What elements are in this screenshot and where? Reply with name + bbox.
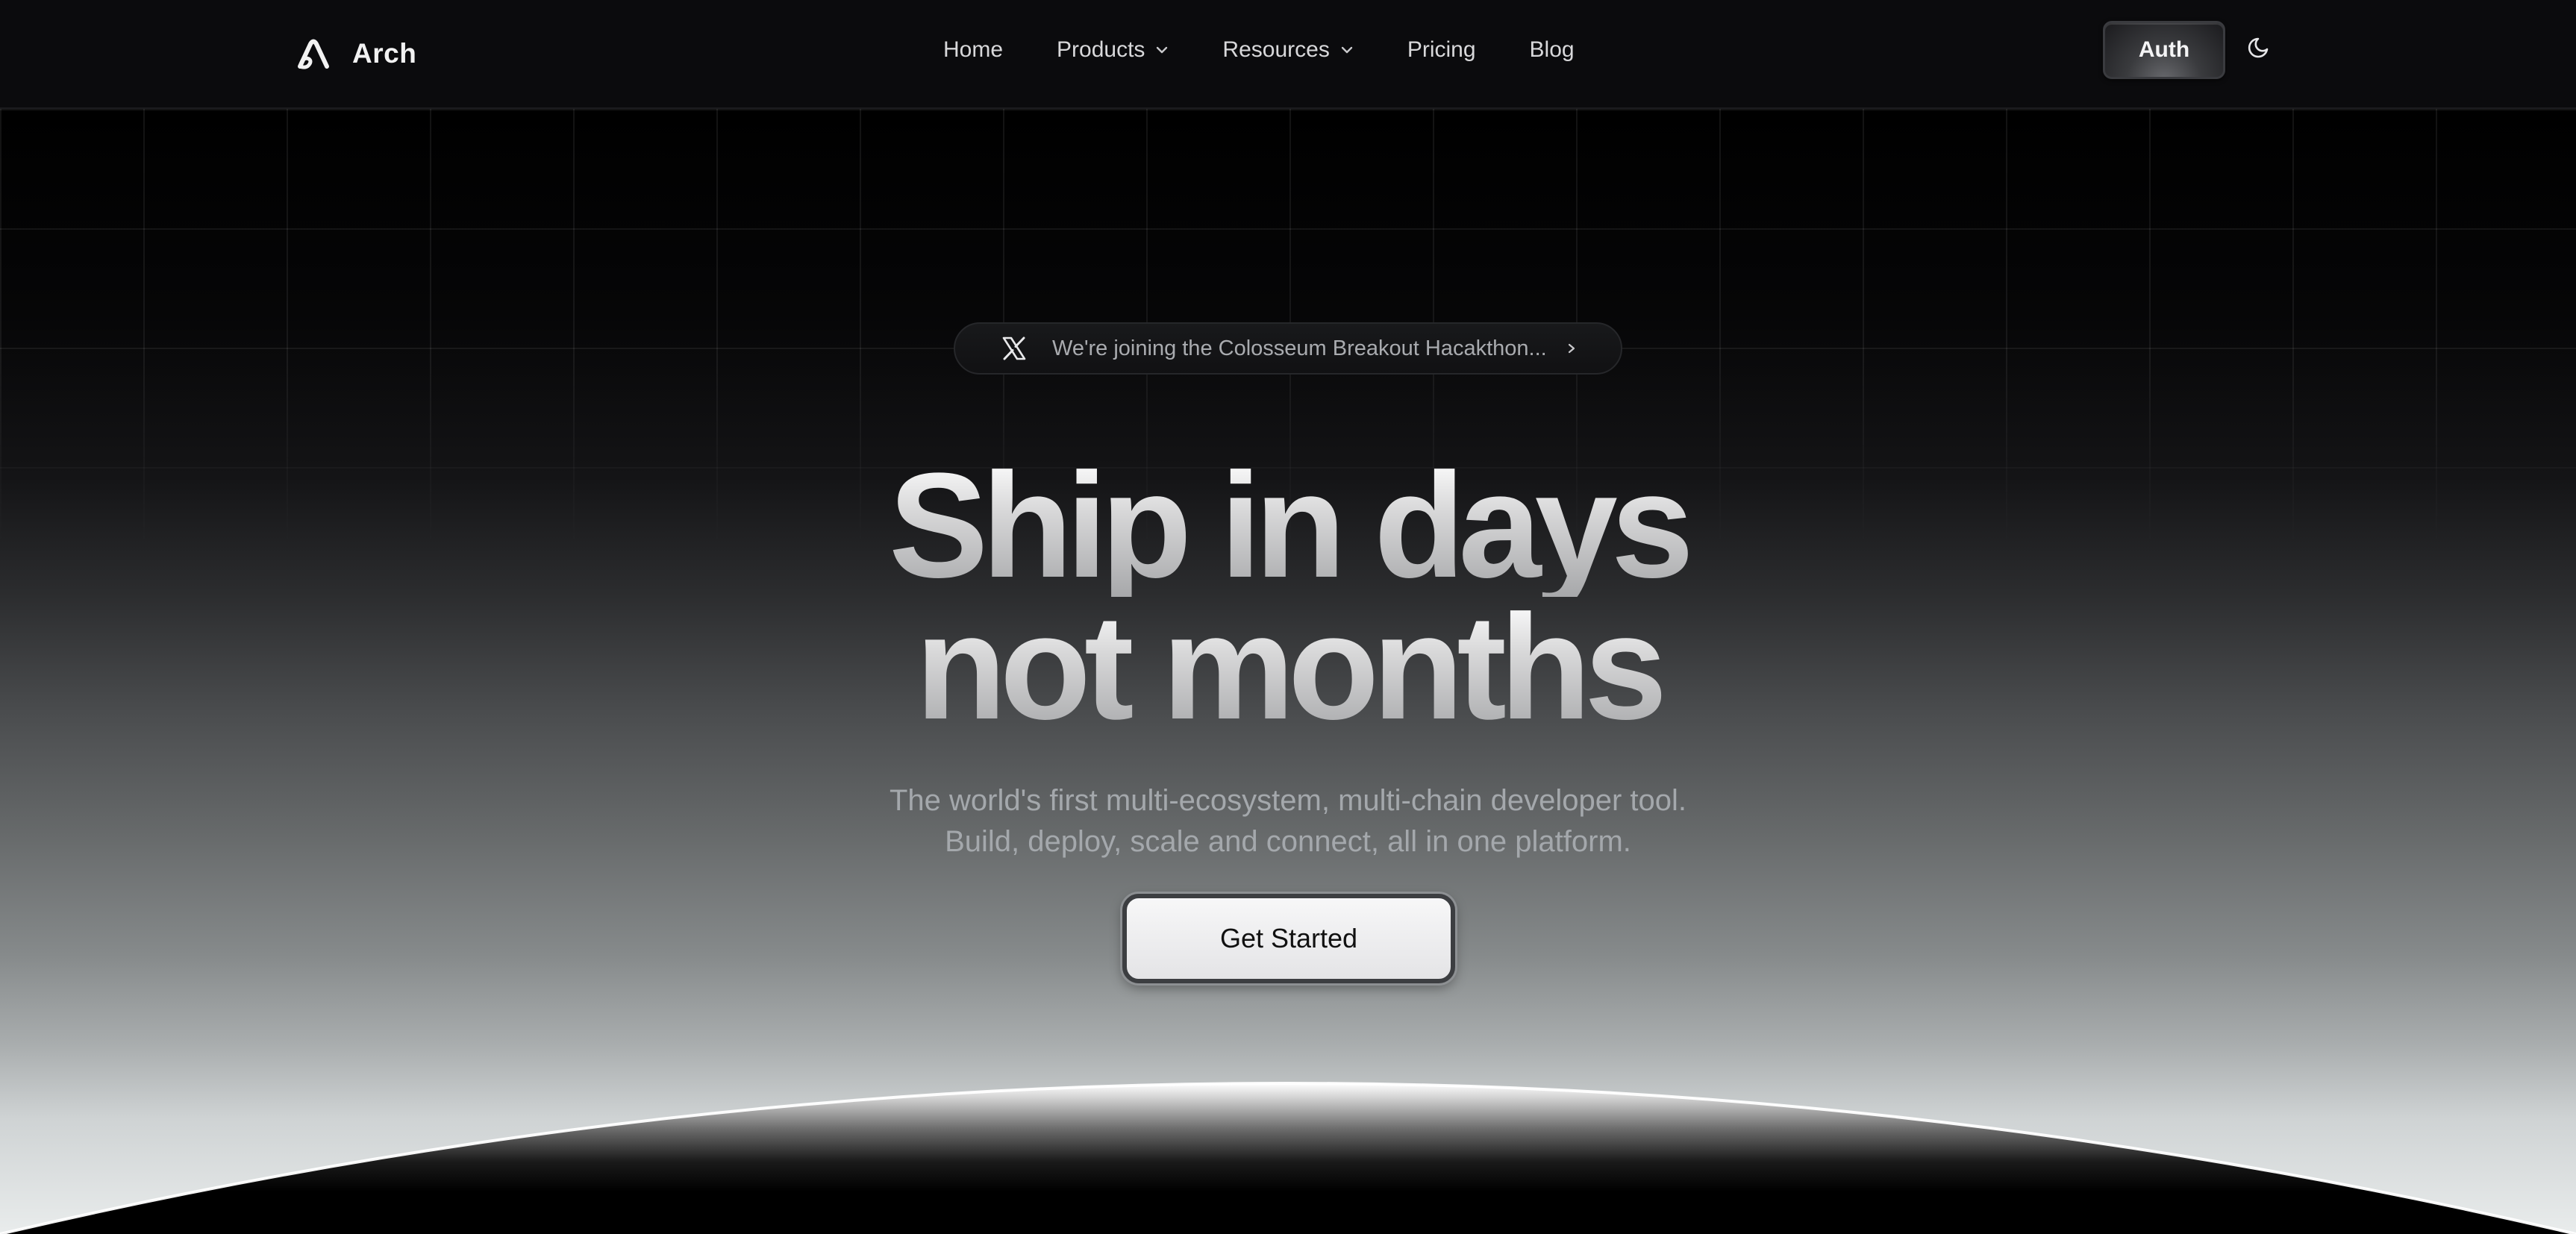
chevron-down-icon: [1341, 46, 1353, 54]
nav-link-products[interactable]: Products: [1057, 37, 1169, 63]
nav-link-home[interactable]: Home: [943, 37, 1003, 63]
top-navbar: Arch Home Products Resources Pricing Blo…: [0, 0, 2576, 109]
announcement-text: We're joining the Colosseum Breakout Hac…: [1052, 336, 1547, 360]
hero-subtitle: The world's first multi-ecosystem, multi…: [0, 780, 2576, 862]
nav-link-label: Products: [1057, 37, 1145, 62]
main-nav: Home Products Resources Pricing Blog: [943, 37, 1575, 63]
nav-link-resources[interactable]: Resources: [1222, 37, 1353, 63]
nav-link-pricing[interactable]: Pricing: [1407, 37, 1476, 63]
get-started-button[interactable]: Get Started: [1122, 894, 1455, 983]
arch-logo-icon: [298, 39, 329, 69]
nav-link-label: Pricing: [1407, 37, 1476, 62]
chevron-right-icon: [1568, 343, 1575, 354]
nav-link-label: Home: [943, 37, 1004, 62]
auth-button[interactable]: Auth: [2103, 21, 2225, 79]
announcement-pill[interactable]: We're joining the Colosseum Breakout Hac…: [954, 322, 1622, 375]
landing-page: Arch Home Products Resources Pricing Blo…: [0, 0, 2576, 1234]
nav-link-blog[interactable]: Blog: [1530, 37, 1575, 63]
moon-icon[interactable]: [2248, 33, 2275, 60]
nav-link-label: Resources: [1222, 37, 1330, 62]
brand[interactable]: Arch: [296, 30, 416, 78]
subtitle-line-2: Build, deploy, scale and connect, all in…: [945, 825, 1631, 858]
brand-name: Arch: [352, 38, 417, 69]
x-logo-icon: [1002, 336, 1026, 360]
headline-line-1: Ship in days: [0, 451, 2576, 601]
headline-line-2: not months: [0, 593, 2576, 742]
nav-link-label: Blog: [1529, 37, 1575, 62]
chevron-down-icon: [1157, 46, 1168, 54]
hero-headline: Ship in days not months: [0, 451, 2576, 742]
subtitle-line-1: The world's first multi-ecosystem, multi…: [889, 784, 1686, 817]
planet-horizon: [0, 1082, 2576, 1234]
